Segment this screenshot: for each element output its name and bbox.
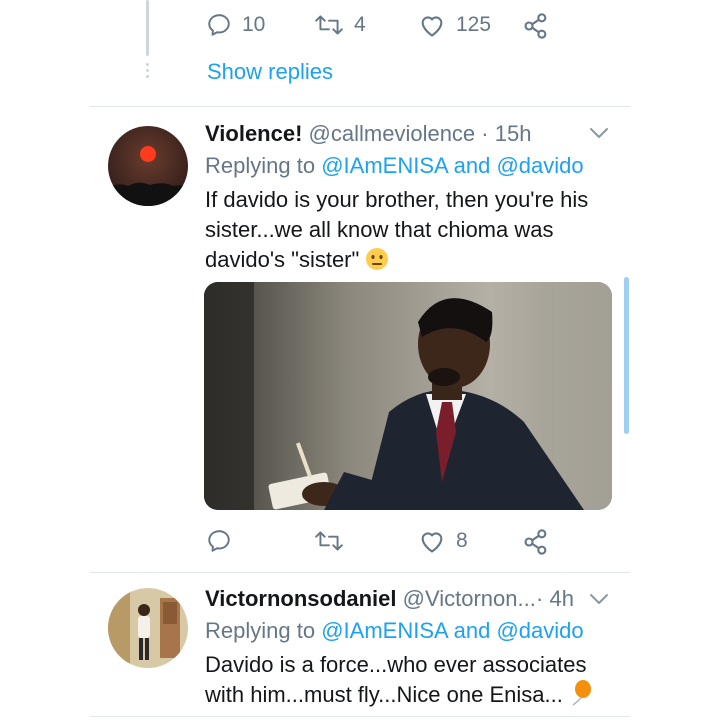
avatar-image	[108, 126, 188, 206]
tweet-text-block: Davido is a force...who ever associates …	[205, 650, 615, 710]
retweet-count: 4	[354, 13, 366, 36]
display-name[interactable]: Violence!	[205, 121, 302, 146]
tweet-media-image[interactable]	[204, 282, 612, 510]
tweet-text: Davido is a force...who ever associates …	[205, 652, 587, 707]
reply-icon	[208, 14, 230, 36]
user-handle[interactable]: @callmeviolence	[309, 121, 476, 146]
avatar[interactable]	[108, 126, 188, 206]
avatar[interactable]	[108, 588, 188, 668]
tweet-text: If davido is your brother, then you're h…	[205, 187, 589, 272]
balloon-emoji	[572, 680, 591, 706]
replying-prefix: Replying to	[205, 153, 316, 178]
scrollbar[interactable]	[624, 277, 629, 434]
reply-button[interactable]	[206, 528, 232, 554]
share-icon	[524, 13, 547, 39]
tweet-header: Violence! @callmeviolence · 15h	[205, 121, 531, 147]
avatar-image	[108, 588, 188, 668]
tweet-text-block: If davido is your brother, then you're h…	[205, 185, 615, 275]
tweet-divider	[90, 106, 630, 107]
mention-link[interactable]: @IAmENISA	[321, 153, 447, 178]
retweet-button[interactable]	[314, 528, 344, 554]
replying-and[interactable]: and	[454, 153, 491, 178]
timestamp[interactable]: 15h	[495, 121, 532, 146]
heart-icon	[421, 16, 443, 37]
reply-count: 10	[242, 13, 266, 36]
mention-link[interactable]: @davido	[496, 153, 583, 178]
tweet-header: Victornonsodaniel @Victornon...	[205, 586, 536, 612]
chevron-down-icon[interactable]	[588, 126, 610, 140]
show-replies-link[interactable]: Show replies	[207, 59, 333, 85]
replying-to: Replying to @IAmENISA and @davido	[205, 153, 584, 179]
retweet-button[interactable]: 4	[314, 12, 366, 38]
thread-line	[146, 0, 149, 56]
share-button[interactable]	[522, 528, 550, 556]
display-name[interactable]: Victornonsodaniel	[205, 586, 397, 611]
tweet-divider	[90, 572, 630, 573]
like-button[interactable]: 8	[418, 528, 468, 554]
mention-link[interactable]: @davido	[496, 618, 583, 643]
thread-dots	[145, 63, 150, 81]
like-button[interactable]: 125	[418, 12, 491, 38]
replying-and[interactable]: and	[454, 618, 491, 643]
photo-man-with-notebook	[204, 282, 612, 510]
separator: ·	[481, 121, 489, 146]
retweet-icon	[315, 15, 343, 35]
user-handle[interactable]: @Victornon...	[403, 586, 536, 611]
tweet-divider	[90, 716, 630, 717]
retweet-icon	[315, 531, 343, 551]
like-count: 125	[456, 13, 492, 36]
separator: ·	[536, 586, 544, 611]
reply-button[interactable]: 10	[206, 12, 265, 38]
share-icon	[524, 529, 547, 555]
replying-prefix: Replying to	[205, 618, 316, 643]
timestamp[interactable]: 4h	[549, 586, 573, 611]
share-button[interactable]	[522, 12, 550, 40]
tweet-time: · 4h	[536, 586, 574, 612]
neutral-face-emoji	[366, 248, 389, 270]
mention-link[interactable]: @IAmENISA	[321, 618, 447, 643]
reply-icon	[208, 530, 230, 552]
chevron-down-icon[interactable]	[588, 592, 610, 606]
heart-icon	[421, 532, 443, 553]
replying-to: Replying to @IAmENISA and @davido	[205, 618, 584, 644]
like-count: 8	[456, 529, 468, 552]
